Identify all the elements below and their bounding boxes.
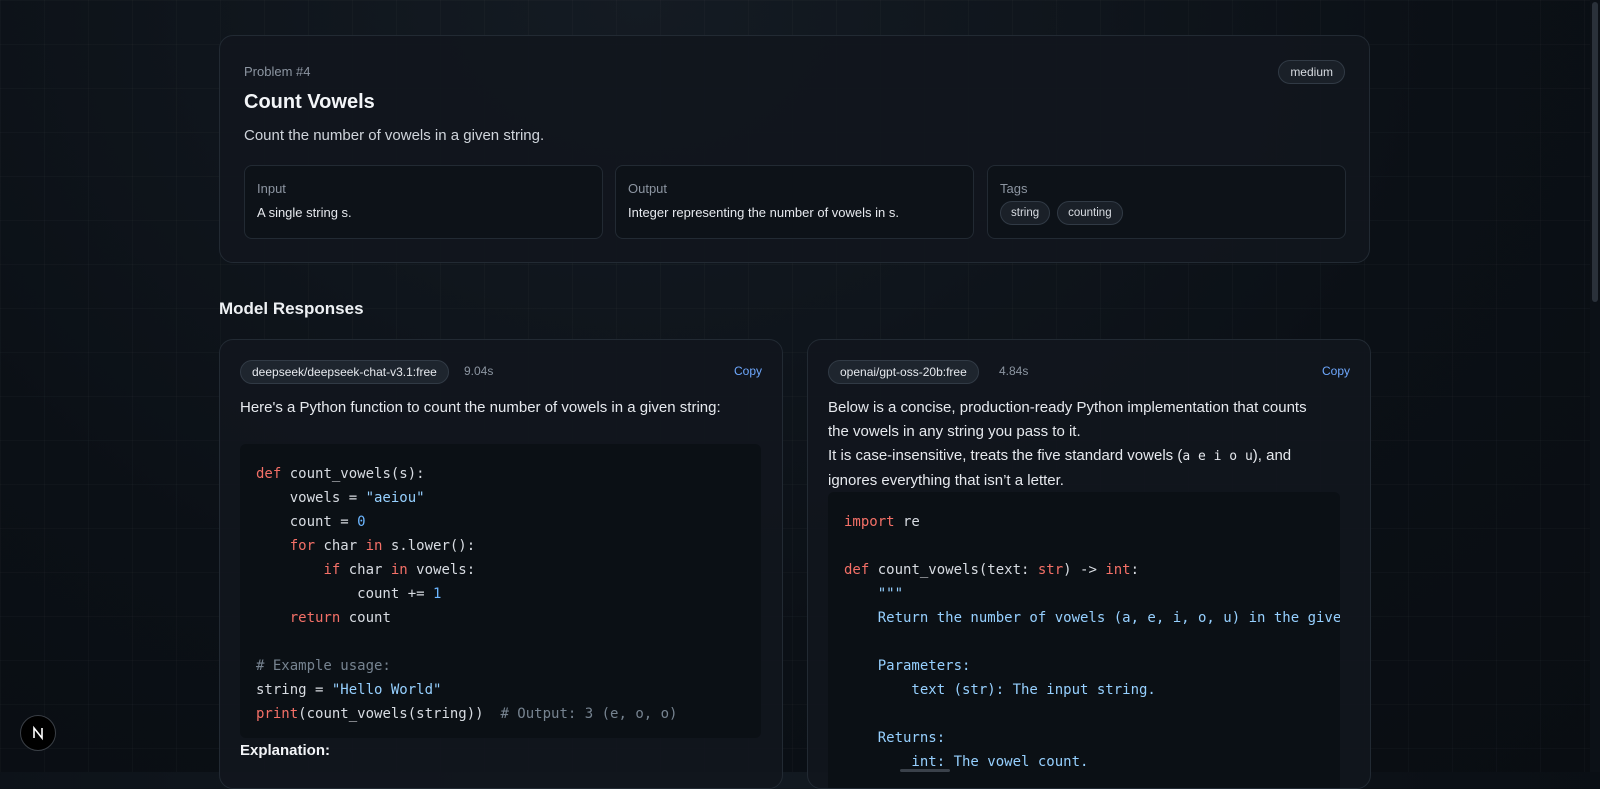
explanation-heading: Explanation:	[240, 742, 331, 759]
output-box: Output Integer representing the number o…	[615, 165, 974, 239]
intro-paragraph-2: It is case-insensitive, treats the five …	[828, 444, 1328, 493]
tags-box: Tags string counting	[987, 165, 1346, 239]
problem-title: Count Vowels	[244, 91, 375, 113]
intro-text: It is case-insensitive, treats the five …	[828, 447, 1183, 464]
code-content: def count_vowels(s): vowels = "aeiou" co…	[256, 466, 678, 722]
input-label: Input	[257, 181, 286, 196]
response-time: 4.84s	[999, 364, 1029, 378]
problem-card: Problem #4 medium Count Vowels Count the…	[219, 35, 1370, 263]
output-label: Output	[628, 181, 668, 196]
problem-description: Count the number of vowels in a given st…	[244, 127, 545, 144]
model-badge: openai/gpt-oss-20b:free	[828, 360, 979, 384]
vertical-scrollbar[interactable]	[1590, 0, 1600, 772]
tags-label: Tags	[1000, 181, 1028, 196]
tag-list: string counting	[1000, 201, 1123, 225]
output-value: Integer representing the number of vowel…	[628, 205, 899, 220]
response-time: 9.04s	[464, 364, 494, 378]
model-badge: deepseek/deepseek-chat-v3.1:free	[240, 360, 449, 384]
response-intro: Here's a Python function to count the nu…	[240, 399, 721, 416]
code-content: import re def count_vowels(text: str) ->…	[844, 514, 1340, 770]
difficulty-badge: medium	[1278, 60, 1345, 84]
response-intro: Below is a concise, production-ready Pyt…	[828, 396, 1328, 493]
inline-code: a e i o u	[1182, 449, 1253, 464]
scrollbar-thumb[interactable]	[1592, 2, 1598, 302]
code-block: def count_vowels(s): vowels = "aeiou" co…	[240, 444, 761, 738]
tag: counting	[1057, 201, 1123, 225]
code-block: import re def count_vowels(text: str) ->…	[828, 492, 1340, 788]
input-value: A single string s.	[257, 205, 352, 220]
response-card-gpt-oss: openai/gpt-oss-20b:free 4.84s Copy Below…	[807, 339, 1371, 789]
next-logo-icon[interactable]	[20, 715, 56, 751]
problem-number: Problem #4	[244, 64, 311, 79]
copy-button[interactable]: Copy	[734, 364, 762, 378]
copy-button[interactable]: Copy	[1322, 364, 1350, 378]
intro-paragraph-1: Below is a concise, production-ready Pyt…	[828, 399, 1307, 440]
tag: string	[1000, 201, 1051, 225]
section-title: Model Responses	[219, 299, 364, 318]
response-card-deepseek: deepseek/deepseek-chat-v3.1:free 9.04s C…	[219, 339, 783, 789]
input-box: Input A single string s.	[244, 165, 603, 239]
